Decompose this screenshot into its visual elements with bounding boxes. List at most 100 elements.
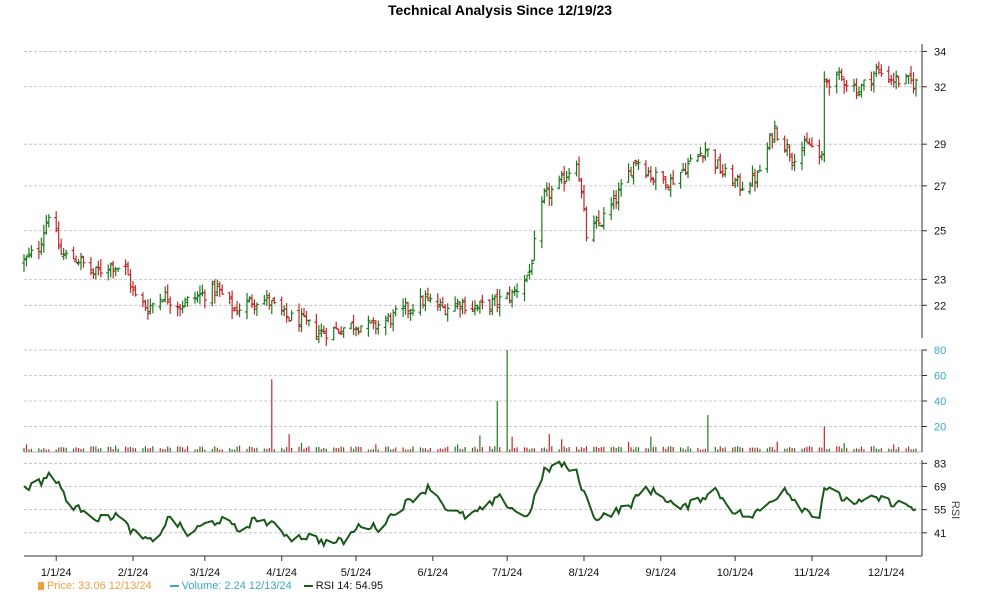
ohlc-bar xyxy=(574,160,579,177)
ohlc-bar xyxy=(393,305,398,317)
ohlc-bar xyxy=(879,64,884,77)
ohlc-bar xyxy=(128,269,133,293)
ohlc-bar xyxy=(505,291,510,300)
x-tick-label: 2/1/24 xyxy=(118,567,149,579)
ohlc-bar xyxy=(738,173,743,196)
ohlc-bar xyxy=(210,280,215,307)
ohlc-bar xyxy=(577,156,582,182)
x-tick-label: 9/1/24 xyxy=(645,567,676,579)
ohlc-bar xyxy=(688,154,693,163)
volume-axis-ticks: 20 40 60 80 xyxy=(24,345,946,453)
ohlc-bar xyxy=(254,302,259,317)
ohlc-bar xyxy=(39,237,44,256)
ohlc-bar xyxy=(822,71,827,163)
ohlc-bar xyxy=(790,152,795,171)
ohlc-bar xyxy=(145,299,150,320)
ohlc-bar xyxy=(611,190,616,210)
ohlc-bar xyxy=(529,259,534,276)
rsi-tick-label: 69 xyxy=(934,481,946,493)
volume-panel-grid xyxy=(24,349,922,427)
ohlc-bar xyxy=(195,291,200,303)
ohlc-bar xyxy=(750,165,755,187)
ohlc-bar xyxy=(470,300,475,313)
price-axis-ticks: 22 23 25 27 29 32 34 xyxy=(921,44,946,338)
ohlc-bar xyxy=(133,284,138,297)
ohlc-bar xyxy=(817,139,822,165)
ohlc-bar xyxy=(695,154,700,162)
ohlc-bar xyxy=(601,207,606,230)
x-tick-label: 11/1/24 xyxy=(794,567,830,579)
ohlc-bar xyxy=(406,301,411,319)
ohlc-bar xyxy=(420,295,425,309)
ohlc-bar xyxy=(220,284,225,295)
ohlc-bar xyxy=(557,175,562,190)
ohlc-bar xyxy=(98,258,103,278)
price-tick-label: 32 xyxy=(934,82,946,94)
ohlc-bar xyxy=(787,144,792,162)
ohlc-bar xyxy=(871,70,876,93)
ohlc-bar xyxy=(41,224,46,253)
ohlc-bar xyxy=(807,138,812,145)
ohlc-bar xyxy=(252,299,257,315)
ohlc-bar xyxy=(591,215,596,243)
x-tick-label: 8/1/24 xyxy=(569,567,600,579)
ohlc-bar xyxy=(175,301,180,317)
ohlc-bar xyxy=(844,79,849,92)
ohlc-bar xyxy=(247,296,252,303)
ohlc-bar xyxy=(269,299,274,315)
ohlc-bar xyxy=(584,206,589,242)
ohlc-bar xyxy=(158,293,163,311)
ohlc-bar xyxy=(150,302,155,314)
legend-rsi-marker xyxy=(303,585,313,588)
ohlc-bar xyxy=(304,311,309,325)
ohlc-bar xyxy=(368,321,373,325)
ohlc-bar xyxy=(54,211,59,233)
rsi-axis-ticks: 41 55 69 83 xyxy=(921,458,946,556)
ohlc-bar xyxy=(914,78,918,97)
ohlc-bar xyxy=(581,184,586,212)
ohlc-bar xyxy=(131,281,136,296)
ohlc-bar xyxy=(324,327,329,346)
ohlc-bar xyxy=(733,177,738,189)
price-tick-label: 27 xyxy=(934,181,946,193)
x-tick-label: 10/1/24 xyxy=(717,567,754,579)
ohlc-bar xyxy=(891,72,896,88)
legend-price-marker xyxy=(38,582,44,591)
ohlc-bar xyxy=(643,160,648,179)
ohlc-bar xyxy=(282,305,287,317)
ohlc-bar xyxy=(775,126,780,141)
ohlc-bar xyxy=(93,266,98,280)
technical-chart: 22 23 25 27 29 32 34 20 40 60 80 41 55 69 83 1/1/24 2… xyxy=(22,44,961,579)
ohlc-bar xyxy=(331,326,336,341)
x-tick-label: 1/1/24 xyxy=(41,567,72,579)
ohlc-bar xyxy=(663,176,668,190)
ohlc-bar xyxy=(339,326,344,335)
ohlc-bar xyxy=(423,290,428,312)
ohlc-bar xyxy=(24,255,29,267)
ohlc-bar xyxy=(626,163,631,183)
price-tick-label: 25 xyxy=(934,226,946,238)
ohlc-bar xyxy=(539,196,544,249)
ohlc-bar xyxy=(235,300,240,316)
price-ohlc-bars xyxy=(22,61,918,346)
ohlc-bar xyxy=(549,185,554,207)
ohlc-bar xyxy=(567,168,572,181)
ohlc-bar xyxy=(671,170,676,185)
ohlc-bar xyxy=(487,299,492,316)
ohlc-bar xyxy=(354,326,359,337)
ohlc-bar xyxy=(306,319,311,327)
ohlc-bar xyxy=(869,71,874,91)
ohlc-bar xyxy=(497,289,502,317)
ohlc-bar xyxy=(443,304,448,316)
ohlc-bar xyxy=(752,168,757,192)
ohlc-bar xyxy=(896,76,901,88)
ohlc-bar xyxy=(314,313,319,340)
ohlc-bar xyxy=(435,293,440,311)
ohlc-bar xyxy=(723,163,728,178)
rsi-panel-grid xyxy=(24,462,922,534)
rsi-tick-label: 41 xyxy=(934,528,946,540)
ohlc-bar xyxy=(562,166,567,192)
legend-rsi-label: RSI 14: 54.95 xyxy=(315,580,384,592)
ohlc-bar xyxy=(616,182,621,211)
ohlc-bar xyxy=(373,320,378,335)
